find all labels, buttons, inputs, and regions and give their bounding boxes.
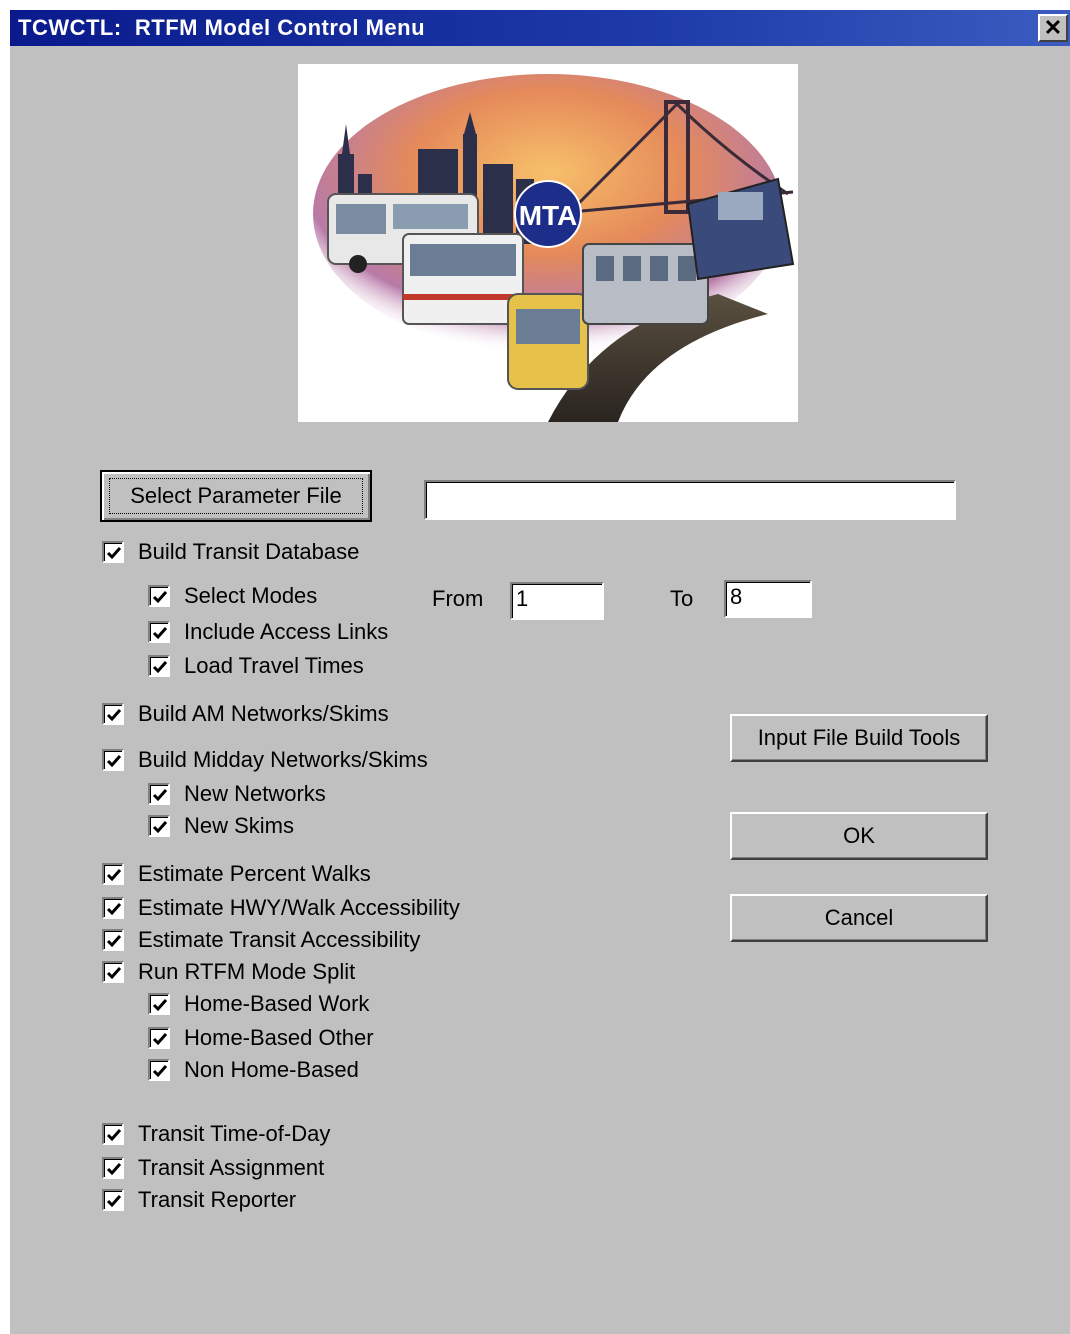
parameter-file-path-field[interactable] xyxy=(424,480,956,520)
checkmark-icon xyxy=(106,1195,122,1208)
non-home-based-checkbox[interactable] xyxy=(148,1059,170,1081)
checkmark-icon xyxy=(152,1033,168,1046)
build-am-networks-skims-checkbox[interactable] xyxy=(102,703,124,725)
title-bar[interactable]: TCWCTL: RTFM Model Control Menu ✕ xyxy=(10,10,1070,46)
non-home-based-label: Non Home-Based xyxy=(184,1057,359,1082)
checkmark-icon xyxy=(152,999,168,1012)
focus-indicator xyxy=(109,478,363,514)
checkmark-icon xyxy=(106,709,122,722)
new-skims-checkbox[interactable] xyxy=(148,815,170,837)
to-mode-input[interactable]: 8 xyxy=(724,580,812,618)
include-access-links-label: Include Access Links xyxy=(184,619,389,644)
build-transit-database-label: Build Transit Database xyxy=(138,539,360,564)
checkmark-icon xyxy=(106,935,122,948)
checkmark-icon xyxy=(152,627,168,640)
transit-assignment-checkbox[interactable] xyxy=(102,1157,124,1179)
load-travel-times-checkbox[interactable] xyxy=(148,655,170,677)
ok-label: OK xyxy=(843,823,875,848)
checkmark-icon xyxy=(106,903,122,916)
mta-badge-text: MTA xyxy=(519,200,578,231)
to-label: To xyxy=(670,586,694,611)
estimate-transit-accessibility-checkbox[interactable] xyxy=(102,929,124,951)
ok-button[interactable]: OK xyxy=(730,812,988,860)
select-modes-label: Select Modes xyxy=(184,583,318,608)
transit-reporter-label: Transit Reporter xyxy=(138,1187,297,1212)
transit-reporter-checkbox[interactable] xyxy=(102,1189,124,1211)
cancel-button[interactable]: Cancel xyxy=(730,894,988,942)
checkmark-icon xyxy=(106,1163,122,1176)
checkmark-icon xyxy=(152,1065,168,1078)
checkmark-icon xyxy=(106,869,122,882)
checkmark-icon xyxy=(152,661,168,674)
estimate-percent-walks-checkbox[interactable] xyxy=(102,863,124,885)
load-travel-times-label: Load Travel Times xyxy=(184,653,364,678)
run-rtfm-mode-split-label: Run RTFM Mode Split xyxy=(138,959,356,984)
build-midday-networks-skims-checkbox[interactable] xyxy=(102,749,124,771)
home-based-other-label: Home-Based Other xyxy=(184,1025,374,1050)
new-skims-label: New Skims xyxy=(184,813,295,838)
checkmark-icon xyxy=(106,967,122,980)
estimate-hwy-walk-accessibility-checkbox[interactable] xyxy=(102,897,124,919)
home-based-work-label: Home-Based Work xyxy=(184,991,370,1016)
checkmark-icon xyxy=(106,1129,122,1142)
include-access-links-checkbox[interactable] xyxy=(148,621,170,643)
estimate-hwy-walk-accessibility-label: Estimate HWY/Walk Accessibility xyxy=(138,895,460,920)
new-networks-checkbox[interactable] xyxy=(148,783,170,805)
transit-time-of-day-checkbox[interactable] xyxy=(102,1123,124,1145)
checkmark-icon xyxy=(152,821,168,834)
build-am-networks-skims-label: Build AM Networks/Skims xyxy=(138,701,389,726)
build-transit-database-checkbox[interactable] xyxy=(102,541,124,563)
home-based-work-checkbox[interactable] xyxy=(148,993,170,1015)
input-file-build-tools-label: Input File Build Tools xyxy=(757,725,961,750)
checkmark-icon xyxy=(152,591,168,604)
close-icon: ✕ xyxy=(1043,15,1063,40)
build-midday-networks-skims-label: Build Midday Networks/Skims xyxy=(138,747,428,772)
checkmark-icon xyxy=(106,547,122,560)
transit-assignment-label: Transit Assignment xyxy=(138,1155,325,1180)
close-button[interactable]: ✕ xyxy=(1038,14,1068,42)
cancel-label: Cancel xyxy=(824,905,894,930)
checkmark-icon xyxy=(106,755,122,768)
transit-collage-illustration: MTA xyxy=(313,74,795,422)
new-networks-label: New Networks xyxy=(184,781,326,806)
estimate-transit-accessibility-label: Estimate Transit Accessibility xyxy=(138,927,421,952)
home-based-other-checkbox[interactable] xyxy=(148,1027,170,1049)
window-title: TCWCTL: RTFM Model Control Menu xyxy=(18,15,426,40)
select-parameter-file-button[interactable]: Select Parameter File xyxy=(100,470,372,522)
from-mode-input[interactable]: 1 xyxy=(510,582,604,620)
from-label: From xyxy=(432,586,484,611)
transit-time-of-day-label: Transit Time-of-Day xyxy=(138,1121,331,1146)
select-modes-checkbox[interactable] xyxy=(148,585,170,607)
run-rtfm-mode-split-checkbox[interactable] xyxy=(102,961,124,983)
mta-logo-image: MTA xyxy=(298,64,798,422)
estimate-percent-walks-label: Estimate Percent Walks xyxy=(138,861,371,886)
input-file-build-tools-button[interactable]: Input File Build Tools xyxy=(730,714,988,762)
checkmark-icon xyxy=(152,789,168,802)
dialog-window: TCWCTL: RTFM Model Control Menu ✕ MTA Se… xyxy=(8,8,1070,1334)
